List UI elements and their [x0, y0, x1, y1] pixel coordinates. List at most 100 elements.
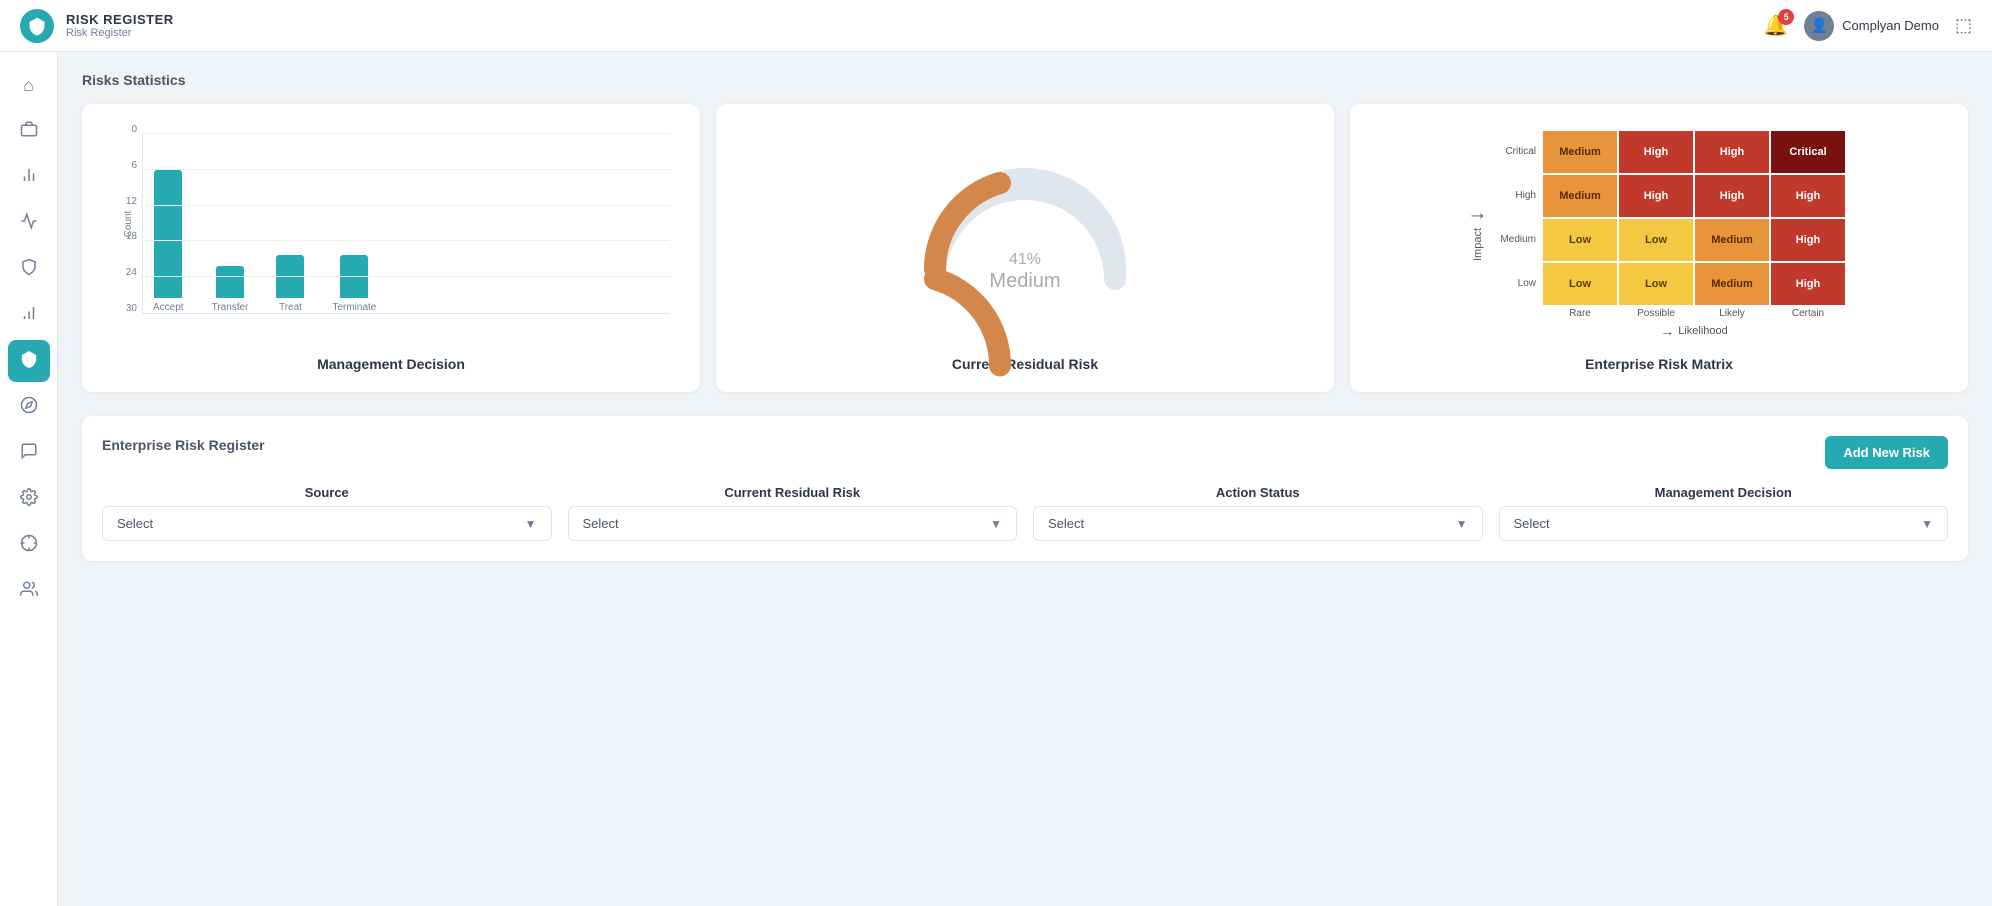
- cell-low-possible: Low: [1618, 262, 1694, 306]
- cell-medium-certain: High: [1770, 218, 1846, 262]
- chart-icon: [20, 212, 38, 235]
- bar-chart-container: 30 24 18 12 6 0: [102, 124, 680, 344]
- svg-text:Medium: Medium: [989, 270, 1060, 292]
- management-decision-select-text: Select: [1514, 516, 1550, 531]
- sidebar-item-risk[interactable]: [8, 340, 50, 382]
- cell-high-likely: High: [1694, 174, 1770, 218]
- y-label-6: 6: [131, 160, 137, 171]
- cell-critical-possible: High: [1618, 130, 1694, 174]
- logo-icon: [20, 9, 54, 43]
- main-layout: ⌂: [0, 52, 1992, 906]
- x-label-likely: Likely: [1694, 308, 1770, 319]
- residual-risk-filter-label: Current Residual Risk: [568, 485, 1018, 500]
- sidebar: ⌂: [0, 52, 58, 906]
- management-decision-chevron-icon: ▼: [1921, 517, 1933, 531]
- sidebar-item-settings[interactable]: [8, 478, 50, 520]
- gauge-chart-card: 41% Medium Current Residual Risk: [716, 104, 1334, 392]
- filters-row: Source Select ▼ Current Residual Risk Se…: [102, 485, 1948, 541]
- bar-treat-label: Treat: [279, 302, 302, 313]
- action-status-select[interactable]: Select ▼: [1033, 506, 1483, 541]
- likelihood-label: Likelihood: [1678, 325, 1728, 337]
- y-axis-label: Count: [123, 210, 134, 237]
- enterprise-section: Enterprise Risk Register Add New Risk So…: [82, 416, 1968, 561]
- gear-icon: [20, 534, 38, 557]
- cell-high-certain: High: [1770, 174, 1846, 218]
- bar-accept: Accept: [153, 170, 184, 313]
- y-label-30: 30: [126, 303, 137, 314]
- logout-button[interactable]: ⬚: [1955, 15, 1972, 36]
- bar-chart-area: Accept Transfer Treat Terminate: [142, 134, 670, 314]
- residual-risk-chevron-icon: ▼: [990, 517, 1002, 531]
- source-chevron-icon: ▼: [525, 517, 537, 531]
- cell-medium-rare: Low: [1542, 218, 1618, 262]
- settings-icon: [20, 488, 38, 511]
- avatar-icon: 👤: [1810, 17, 1827, 34]
- residual-risk-select[interactable]: Select ▼: [568, 506, 1018, 541]
- x-label-certain: Certain: [1770, 308, 1846, 319]
- stats-section-title: Risks Statistics: [82, 72, 1968, 88]
- y-label-0: 0: [131, 124, 137, 135]
- y-label-12: 12: [126, 196, 137, 207]
- sidebar-item-chart[interactable]: [8, 202, 50, 244]
- gauge-svg-overlay: 41% Medium: [915, 159, 1135, 299]
- bar-transfer-label: Transfer: [212, 302, 249, 313]
- cell-medium-possible: Low: [1618, 218, 1694, 262]
- header-title-block: RISK REGISTER Risk Register: [66, 12, 174, 39]
- source-select[interactable]: Select ▼: [102, 506, 552, 541]
- gauge-container: 41% Medium: [736, 124, 1314, 344]
- x-label-possible: Possible: [1618, 308, 1694, 319]
- notification-button[interactable]: 🔔 5: [1763, 13, 1788, 38]
- svg-text:41%: 41%: [1009, 251, 1041, 268]
- home-icon: ⌂: [23, 75, 34, 96]
- bar-accept-bar: [154, 170, 182, 298]
- sidebar-item-users[interactable]: [8, 570, 50, 612]
- impact-label: Impact: [1472, 228, 1484, 261]
- filter-management-decision: Management Decision Select ▼: [1499, 485, 1949, 541]
- risk-matrix-card: ↑ Impact Critical Medium: [1350, 104, 1968, 392]
- stats-grid: 30 24 18 12 6 0: [82, 104, 1968, 392]
- y-label-critical: Critical: [1490, 146, 1542, 157]
- cell-critical-rare: Medium: [1542, 130, 1618, 174]
- enterprise-title: Enterprise Risk Register: [102, 437, 265, 453]
- chat-icon: [20, 442, 38, 465]
- sidebar-item-bar-chart[interactable]: [8, 294, 50, 336]
- users-icon: [20, 580, 38, 603]
- action-status-chevron-icon: ▼: [1456, 517, 1468, 531]
- cell-medium-likely: Medium: [1694, 218, 1770, 262]
- bar-treat: Treat: [276, 255, 304, 313]
- cell-low-likely: Medium: [1694, 262, 1770, 306]
- notification-badge: 5: [1778, 9, 1794, 25]
- sidebar-item-analytics[interactable]: [8, 156, 50, 198]
- y-label-high: High: [1490, 190, 1542, 201]
- user-name: Complyan Demo: [1842, 18, 1939, 33]
- management-decision-select[interactable]: Select ▼: [1499, 506, 1949, 541]
- sidebar-item-briefcase[interactable]: [8, 110, 50, 152]
- sidebar-item-compass[interactable]: [8, 386, 50, 428]
- bar-accept-label: Accept: [153, 302, 184, 313]
- analytics-icon: [20, 166, 38, 189]
- sidebar-item-gear[interactable]: [8, 524, 50, 566]
- avatar: 👤: [1804, 11, 1834, 41]
- add-new-risk-button[interactable]: Add New Risk: [1825, 436, 1948, 469]
- app-subtitle: Risk Register: [66, 27, 174, 39]
- matrix-container: ↑ Impact Critical Medium: [1370, 124, 1948, 344]
- y-label-low: Low: [1490, 278, 1542, 289]
- header-right: 🔔 5 👤 Complyan Demo ⬚: [1763, 11, 1972, 41]
- sidebar-item-home[interactable]: ⌂: [8, 64, 50, 106]
- bar-chart-title: Management Decision: [102, 356, 680, 372]
- sidebar-item-chat[interactable]: [8, 432, 50, 474]
- cell-high-rare: Medium: [1542, 174, 1618, 218]
- user-info[interactable]: 👤 Complyan Demo: [1804, 11, 1939, 41]
- action-status-filter-label: Action Status: [1033, 485, 1483, 500]
- filter-source: Source Select ▼: [102, 485, 552, 541]
- sidebar-item-shield[interactable]: [8, 248, 50, 290]
- cell-low-rare: Low: [1542, 262, 1618, 306]
- filter-residual-risk: Current Residual Risk Select ▼: [568, 485, 1018, 541]
- main-content: Risks Statistics 30 24 18 12 6 0: [58, 52, 1992, 906]
- cell-critical-likely: High: [1694, 130, 1770, 174]
- app-title: RISK REGISTER: [66, 12, 174, 27]
- bar-terminate-label: Terminate: [332, 302, 376, 313]
- residual-risk-select-text: Select: [583, 516, 619, 531]
- action-status-select-text: Select: [1048, 516, 1084, 531]
- bottom-header: Enterprise Risk Register Add New Risk: [102, 436, 1948, 469]
